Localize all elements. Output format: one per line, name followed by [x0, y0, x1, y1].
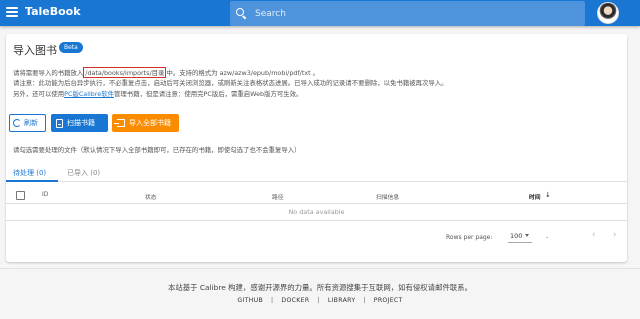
select-all-checkbox[interactable] [16, 191, 25, 200]
import-all-label: 导入全部书籍 [129, 119, 171, 127]
column-scan-info[interactable]: 扫描信息 [376, 192, 399, 201]
table-pagination: Rows per page: 100 - ‹ › [6, 227, 627, 247]
beta-badge: Beta [59, 42, 83, 53]
refresh-icon [13, 119, 21, 127]
chevron-right-icon[interactable]: › [613, 230, 617, 240]
footer-link-library[interactable]: LIBRARY [328, 297, 356, 304]
footer-link-project[interactable]: PROJECT [374, 297, 403, 304]
rows-per-page-select[interactable]: 100 [508, 231, 532, 243]
caret-down-icon [525, 234, 529, 237]
column-status[interactable]: 状态 [145, 192, 157, 201]
tab-bar: 待处理 (0) 已导入 (0) [6, 162, 627, 182]
table-header: ID 状态 路径 扫描信息 时间 ↓ [6, 188, 627, 204]
selection-hint: 请勾选需要处理的文件（默认情况下导入全部书籍即可，已存在的书籍，即使勾选了也不会… [13, 146, 301, 154]
rows-per-page-label: Rows per page: [446, 234, 493, 241]
page-title: 导入图书 [13, 44, 57, 57]
chevron-left-icon[interactable]: ‹ [592, 230, 596, 240]
arrow-down-icon[interactable]: ↓ [545, 191, 551, 199]
scan-label: 扫描书籍 [67, 119, 95, 127]
footer-text: 本站基于 Calibre 构建，感谢开源界的力量。所有资源搜集于互联网，如有侵权… [167, 283, 473, 292]
description-line-1: 请将需要导入的书籍放入/data/books/imports/目录 中。支持的格式… [13, 67, 319, 78]
import-icon [114, 119, 125, 127]
footer-separator: | [317, 297, 320, 304]
tab-imported[interactable]: 已导入 (0) [67, 168, 100, 178]
active-tab-indicator [6, 180, 58, 182]
description-line-3-suffix: 管理书籍，但是请注意：使用完PC版后，需重启Web版方可生效。 [114, 90, 303, 98]
rows-per-page-value: 100 [510, 232, 523, 240]
description-prefix: 请将需要导入的书籍放入 [13, 69, 84, 77]
tab-pending[interactable]: 待处理 (0) [13, 168, 46, 178]
import-path-highlight: /data/books/imports/目录 [83, 67, 167, 78]
footer-link-github[interactable]: GITHUB [237, 297, 263, 304]
calibre-pc-link[interactable]: PC版Calibre软件 [64, 90, 114, 98]
description-suffix: 中。支持的格式为 azw/azw3/epub/mobi/pdf/txt 。 [166, 69, 320, 77]
app-title[interactable]: TaleBook [25, 5, 81, 18]
page-range: - [546, 234, 549, 241]
import-all-button[interactable]: 导入全部书籍 [112, 114, 179, 132]
footer-link-docker[interactable]: DOCKER [281, 297, 309, 304]
empty-table-message: No data available [6, 204, 627, 221]
column-path[interactable]: 路径 [272, 192, 284, 201]
import-card: 导入图书 Beta 请将需要导入的书籍放入/data/books/imports… [6, 34, 627, 262]
column-time[interactable]: 时间 [529, 192, 541, 201]
search-input[interactable] [255, 8, 555, 19]
column-id[interactable]: ID [42, 192, 48, 198]
scan-books-button[interactable]: 扫描书籍 [51, 114, 108, 132]
footer-separator: | [271, 297, 274, 304]
description-line-3: 另外，还可以使用PC版Calibre软件管理书籍，但是请注意：使用完PC版后，需… [13, 89, 302, 98]
footer-divider [0, 268, 640, 269]
avatar[interactable] [597, 2, 619, 24]
refresh-label: 刷新 [24, 119, 38, 127]
app-bar: TaleBook [0, 0, 640, 26]
search-icon [236, 8, 247, 19]
description-line-2: 请注意：此功能为后台异步执行，不必重复点击，启动后可关闭浏览器，或刷新关注表格状… [13, 79, 448, 87]
refresh-button[interactable]: 刷新 [9, 114, 46, 132]
menu-icon[interactable] [6, 7, 18, 17]
description-line-3-prefix: 另外，还可以使用 [13, 90, 65, 98]
footer-separator: | [363, 297, 366, 304]
search-box[interactable] [230, 1, 585, 26]
document-icon [56, 118, 63, 128]
footer-links: GITHUB | DOCKER | LIBRARY | PROJECT [0, 297, 640, 304]
